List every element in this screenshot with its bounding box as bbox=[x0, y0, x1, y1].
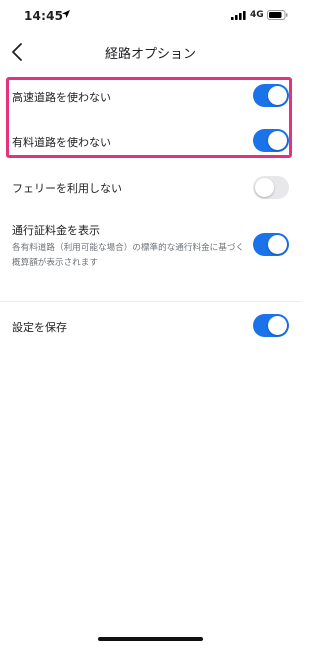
home-indicator[interactable] bbox=[98, 637, 203, 641]
section-divider bbox=[0, 301, 301, 302]
toggle-knob bbox=[268, 235, 287, 254]
save-settings-toggle[interactable] bbox=[253, 314, 289, 337]
location-arrow-icon bbox=[62, 10, 70, 18]
network-type: 4G bbox=[250, 10, 264, 20]
avoid-ferries-label: フェリーを利用しない bbox=[12, 182, 122, 195]
save-settings-label: 設定を保存 bbox=[12, 321, 67, 334]
show-toll-prices-description: 各有料道路（利用可能な場合）の標準的な通行料金に基づく概算額が表示されます bbox=[12, 243, 245, 268]
cellular-signal-icon bbox=[231, 11, 246, 20]
status-bar: 14:45 4G bbox=[0, 0, 301, 32]
avoid-highways-label: 高速道路を使わない bbox=[12, 91, 111, 104]
toggle-knob bbox=[268, 316, 287, 335]
avoid-tolls-label: 有料道路を使わない bbox=[12, 136, 111, 149]
show-toll-prices-toggle[interactable] bbox=[253, 233, 289, 256]
status-time: 14:45 bbox=[24, 9, 64, 23]
page-title: 経路オプション bbox=[104, 47, 196, 62]
toggle-knob bbox=[268, 131, 287, 150]
toggle-knob bbox=[268, 86, 287, 105]
avoid-tolls-toggle[interactable] bbox=[253, 129, 289, 152]
avoid-highways-toggle[interactable] bbox=[253, 84, 289, 107]
show-toll-prices-label: 通行証料金を表示 bbox=[12, 224, 100, 237]
avoid-ferries-toggle[interactable] bbox=[253, 176, 289, 199]
toggle-knob bbox=[255, 178, 274, 197]
battery-icon bbox=[267, 10, 288, 20]
